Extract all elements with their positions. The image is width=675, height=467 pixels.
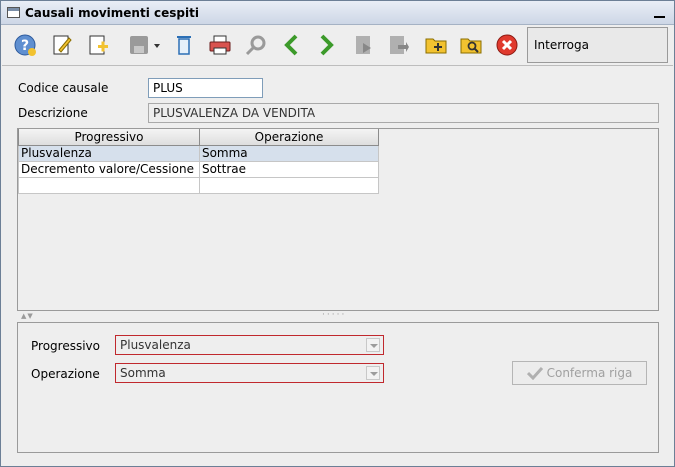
- cell-progressivo[interactable]: Decremento valore/Cessione: [18, 160, 200, 178]
- column-header-progressivo[interactable]: Progressivo: [18, 129, 200, 146]
- column-header-operazione[interactable]: Operazione: [198, 129, 380, 146]
- table-row[interactable]: Plusvalenza Somma: [18, 144, 380, 162]
- new-folder-icon: [425, 38, 447, 54]
- codice-causale-field[interactable]: PLUS: [148, 78, 263, 98]
- run-icon: [356, 36, 371, 54]
- grid-header-row: Progressivo Operazione: [18, 129, 380, 146]
- close-button[interactable]: [494, 32, 520, 58]
- toolbar-divider: [2, 65, 673, 66]
- delete-button[interactable]: [171, 32, 197, 58]
- app-window: Causali movimenti cespiti ? Interroga Co…: [0, 0, 675, 467]
- chevron-down-icon[interactable]: [366, 366, 380, 380]
- codice-causale-label: Codice causale: [18, 81, 109, 95]
- cell-operazione[interactable]: [198, 176, 380, 194]
- print-icon: [209, 35, 231, 55]
- descrizione-field[interactable]: PLUSVALENZA DA VENDITA: [148, 103, 659, 123]
- close-icon: [496, 34, 518, 56]
- operazione-select-value: Somma: [120, 366, 166, 380]
- operazione-select[interactable]: Somma: [115, 363, 384, 383]
- new-folder-button[interactable]: [423, 32, 449, 58]
- folder-search-button[interactable]: [458, 32, 484, 58]
- panel-splitter[interactable]: ▲▼ ·····: [17, 310, 659, 320]
- rows-grid-panel: Progressivo Operazione Plusvalenza Somma…: [17, 128, 659, 311]
- checkmark-icon: [526, 366, 543, 380]
- cell-operazione[interactable]: Somma: [198, 144, 380, 162]
- next-button[interactable]: [313, 32, 339, 58]
- search-icon: [245, 35, 266, 56]
- descrizione-label: Descrizione: [18, 106, 88, 120]
- confirm-row-button[interactable]: Conferma riga: [512, 361, 647, 385]
- save-icon: [130, 36, 160, 54]
- search-button[interactable]: [243, 32, 269, 58]
- chevron-down-icon[interactable]: [366, 338, 380, 352]
- table-row[interactable]: Decremento valore/Cessione Sottrae: [18, 160, 380, 178]
- edit-button[interactable]: [49, 32, 75, 58]
- mode-indicator: Interroga: [527, 27, 668, 63]
- svg-text:?: ?: [21, 38, 29, 54]
- window-icon: [7, 7, 20, 18]
- previous-button[interactable]: [279, 32, 305, 58]
- export-button[interactable]: [385, 32, 411, 58]
- splitter-grip-icon: ·····: [322, 310, 347, 320]
- cell-progressivo[interactable]: Plusvalenza: [18, 144, 200, 162]
- table-row[interactable]: [18, 176, 380, 194]
- help-button[interactable]: ?: [12, 32, 38, 58]
- title-bar: Causali movimenti cespiti: [1, 1, 674, 25]
- previous-icon: [284, 34, 298, 56]
- folder-search-icon: [460, 38, 482, 54]
- new-record-button[interactable]: [85, 32, 111, 58]
- next-icon: [320, 34, 334, 56]
- save-button[interactable]: [127, 32, 163, 58]
- edit-icon: [53, 35, 72, 55]
- toolbar: ? Interroga: [7, 27, 668, 65]
- new-record-icon: [89, 35, 108, 55]
- delete-icon: [177, 36, 191, 55]
- window-title: Causali movimenti cespiti: [25, 6, 199, 20]
- cell-progressivo[interactable]: [18, 176, 200, 194]
- help-icon: ?: [14, 34, 36, 56]
- splitter-arrows-icon[interactable]: ▲▼: [21, 312, 34, 320]
- confirm-row-label: Conferma riga: [546, 366, 633, 380]
- rows-grid: Progressivo Operazione Plusvalenza Somma…: [18, 129, 380, 194]
- minimize-button[interactable]: [654, 6, 666, 18]
- print-button[interactable]: [207, 32, 233, 58]
- progressivo-select-value: Plusvalenza: [120, 338, 191, 352]
- run-button[interactable]: [351, 32, 377, 58]
- export-icon: [390, 36, 409, 54]
- progressivo-label: Progressivo: [31, 339, 100, 353]
- cell-operazione[interactable]: Sottrae: [198, 160, 380, 178]
- progressivo-select[interactable]: Plusvalenza: [115, 335, 384, 355]
- operazione-label: Operazione: [31, 367, 100, 381]
